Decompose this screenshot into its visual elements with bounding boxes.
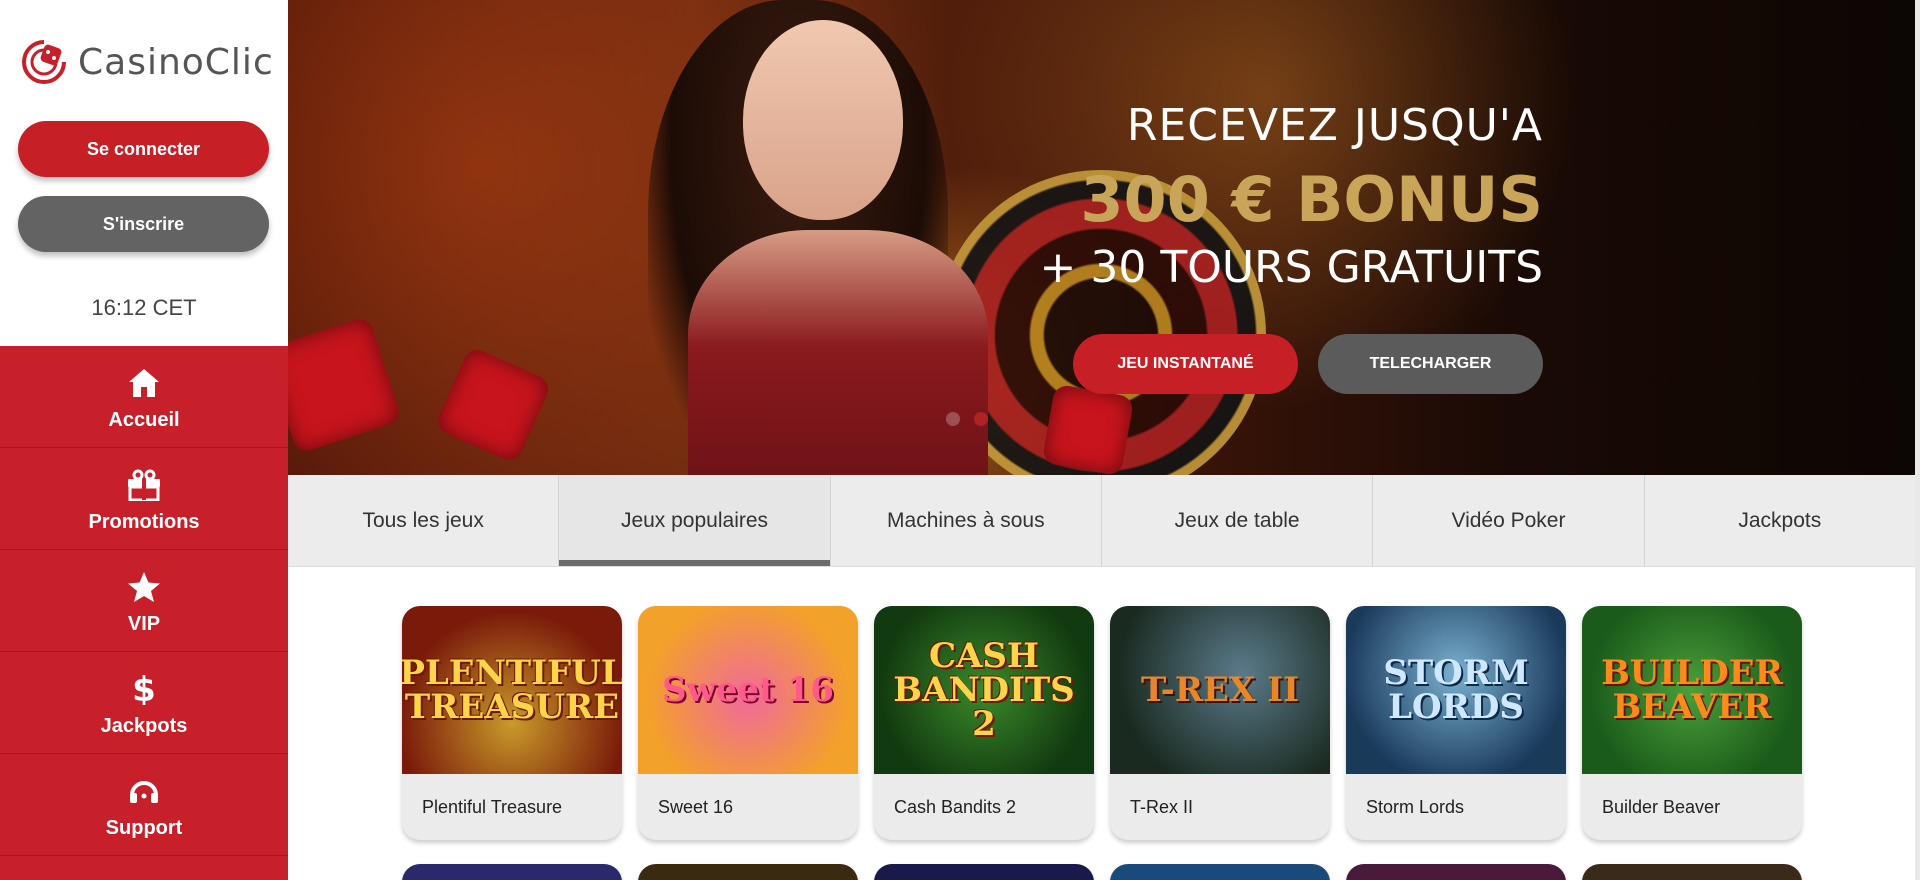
game-thumbnail: Sweet 16 xyxy=(638,606,858,774)
game-thumbnail xyxy=(1346,864,1566,880)
game-name: Storm Lords xyxy=(1366,796,1465,817)
game-card[interactable] xyxy=(1582,864,1802,880)
hero-free-spins: + 30 TOURS GRATUITS xyxy=(1039,242,1543,293)
dice-image xyxy=(433,345,553,465)
gift-icon xyxy=(126,463,162,501)
game-card[interactable]: CASH BANDITS 2 Cash Bandits 2 xyxy=(874,606,1094,840)
hero-actions: JEU INSTANTANÉ TELECHARGER xyxy=(1073,334,1543,394)
carousel-dots xyxy=(946,412,988,426)
game-thumbnail: T-REX II xyxy=(1110,606,1330,774)
game-grid-row-2 xyxy=(402,864,1802,880)
game-card[interactable]: PLENTIFUL TREASURE Plentiful Treasure xyxy=(402,606,622,840)
signup-button[interactable]: S'inscrire xyxy=(18,196,269,252)
game-thumbnail: BUILDER BEAVER xyxy=(1582,606,1802,774)
star-icon xyxy=(127,565,161,603)
game-thumbnail xyxy=(402,864,622,880)
game-name: Cash Bandits 2 xyxy=(894,796,1017,817)
game-art-title: Sweet 16 xyxy=(662,670,834,710)
game-art-title: STORM LORDS xyxy=(1383,653,1529,727)
brand-name: CasinoClic xyxy=(78,41,274,83)
game-thumbnail: CASH BANDITS 2 xyxy=(874,606,1094,774)
hero-headline: RECEVEZ JUSQU'A 300 € BONUS + 30 TOURS G… xyxy=(1040,100,1543,293)
headset-icon xyxy=(127,769,161,807)
game-thumbnail xyxy=(638,864,858,880)
game-thumbnail xyxy=(874,864,1094,880)
tab-video-poker[interactable]: Vidéo Poker xyxy=(1373,475,1645,566)
svg-text:$: $ xyxy=(132,671,156,705)
game-thumbnail: PLENTIFUL TREASURE xyxy=(402,606,622,774)
nav-label: Jackpots xyxy=(100,715,188,737)
dice-image xyxy=(1041,383,1135,475)
game-card[interactable]: T-REX II T-Rex II xyxy=(1110,606,1330,840)
download-button[interactable]: TELECHARGER xyxy=(1318,334,1543,394)
clock: 16:12 CET xyxy=(91,295,197,320)
tab-table-games[interactable]: Jeux de table xyxy=(1102,475,1374,566)
game-art-title: T-REX II xyxy=(1141,670,1299,710)
game-art-title: BUILDER BEAVER xyxy=(1601,653,1783,727)
nav-item-promotions[interactable]: Promotions xyxy=(0,448,288,550)
dollar-icon: $ xyxy=(132,667,156,705)
page-root: CasinoClic Se connecter S'inscrire 16:12… xyxy=(0,0,1920,880)
main-nav: Accueil Promotions VIP $ Jackpots Suppor… xyxy=(0,346,288,880)
tab-popular-games[interactable]: Jeux populaires xyxy=(559,475,831,566)
game-name: Builder Beaver xyxy=(1602,796,1721,817)
dice-image xyxy=(288,315,403,455)
game-card[interactable] xyxy=(402,864,622,880)
hero-bonus-amount: 300 € BONUS xyxy=(1080,163,1543,236)
game-card[interactable]: Sweet 16 Sweet 16 xyxy=(638,606,858,840)
hero-line-1: RECEVEZ JUSQU'A xyxy=(1126,100,1543,151)
instant-play-button[interactable]: JEU INSTANTANÉ xyxy=(1073,334,1298,394)
tab-jackpots[interactable]: Jackpots xyxy=(1645,475,1915,566)
nav-item-support[interactable]: Support xyxy=(0,754,288,856)
hero-banner: RECEVEZ JUSQU'A 300 € BONUS + 30 TOURS G… xyxy=(288,0,1915,475)
game-card[interactable]: BUILDER BEAVER Builder Beaver xyxy=(1582,606,1802,840)
game-art-title: PLENTIFUL TREASURE xyxy=(402,653,622,727)
game-category-tabs: Tous les jeux Jeux populaires Machines à… xyxy=(288,475,1915,567)
game-card[interactable]: STORM LORDS Storm Lords xyxy=(1346,606,1566,840)
game-thumbnail xyxy=(1582,864,1802,880)
game-grid: PLENTIFUL TREASURE Plentiful Treasure Sw… xyxy=(402,606,1802,840)
game-card[interactable] xyxy=(874,864,1094,880)
nav-item-accueil[interactable]: Accueil xyxy=(0,346,288,448)
game-name: Sweet 16 xyxy=(658,796,734,817)
game-thumbnail xyxy=(1110,864,1330,880)
game-name: T-Rex II xyxy=(1130,796,1194,817)
login-button[interactable]: Se connecter xyxy=(18,121,269,177)
model-body-image xyxy=(688,230,988,475)
carousel-dot[interactable] xyxy=(946,412,960,426)
nav-label: Support xyxy=(105,817,183,839)
game-thumbnail: STORM LORDS xyxy=(1346,606,1566,774)
dice-logo-icon xyxy=(22,40,66,84)
carousel-dot-active[interactable] xyxy=(974,412,988,426)
home-icon xyxy=(127,361,161,399)
page-scrollbar[interactable] xyxy=(1915,0,1920,880)
nav-item-jackpots[interactable]: $ Jackpots xyxy=(0,652,288,754)
nav-label: Accueil xyxy=(108,409,180,431)
game-card[interactable] xyxy=(1346,864,1566,880)
game-card[interactable] xyxy=(1110,864,1330,880)
nav-label: Promotions xyxy=(88,511,200,533)
sidebar: CasinoClic Se connecter S'inscrire 16:12… xyxy=(0,0,288,880)
nav-item-vip[interactable]: VIP xyxy=(0,550,288,652)
game-art-title: CASH BANDITS 2 xyxy=(893,636,1075,744)
game-card[interactable] xyxy=(638,864,858,880)
game-name: Plentiful Treasure xyxy=(422,796,563,817)
nav-label: VIP xyxy=(127,613,161,635)
brand-logo[interactable]: CasinoClic xyxy=(20,34,280,90)
model-face-image xyxy=(743,20,903,220)
tab-all-games[interactable]: Tous les jeux xyxy=(288,475,560,566)
tab-slots[interactable]: Machines à sous xyxy=(831,475,1102,566)
